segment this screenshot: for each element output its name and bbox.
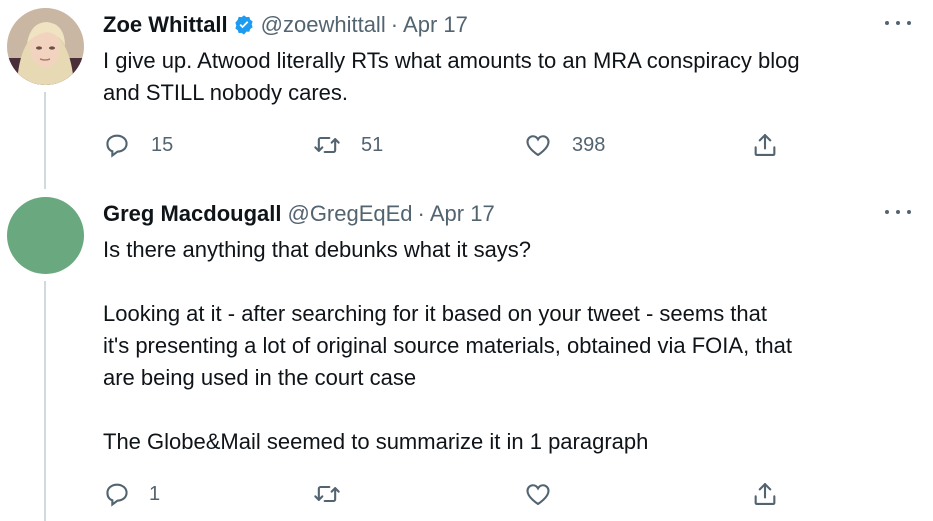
verified-badge-icon	[233, 14, 255, 36]
reply-icon	[106, 134, 128, 158]
like-button[interactable]	[524, 476, 572, 512]
tweet-text: I give up. Atwood literally RTs what amo…	[103, 45, 918, 109]
text-line: I give up. Atwood literally RTs what amo…	[103, 48, 800, 73]
more-icon[interactable]	[885, 201, 911, 223]
handle[interactable]: @GregEqEd	[287, 201, 412, 227]
like-icon	[526, 135, 550, 157]
avatar[interactable]	[7, 197, 84, 274]
text-line: The Globe&Mail seemed to summarize it in…	[103, 429, 649, 454]
avatar[interactable]	[7, 8, 84, 85]
thread-line	[44, 281, 46, 521]
text-line: it's presenting a lot of original source…	[103, 333, 792, 358]
reply-button[interactable]: 15	[103, 127, 173, 163]
timestamp[interactable]: Apr 17	[430, 201, 495, 227]
share-button[interactable]	[751, 127, 779, 163]
action-bar: 1	[103, 476, 933, 512]
separator: ·	[417, 201, 425, 226]
display-name[interactable]: Zoe Whittall	[103, 12, 228, 38]
tweet-text: Is there anything that debunks what it s…	[103, 234, 918, 458]
reply-count: 15	[151, 133, 174, 156]
like-button[interactable]: 398	[524, 127, 605, 163]
thread-line	[44, 92, 46, 189]
reply-count: 1	[149, 482, 161, 505]
tweet: Zoe Whittall @zoewhittall · Apr 17 I giv…	[0, 0, 933, 189]
text-line: are being used in the court case	[103, 365, 417, 390]
separator: ·	[390, 12, 399, 37]
tweet: Greg Macdougall @GregEqEd · Apr 17 Is th…	[0, 189, 933, 521]
share-icon	[754, 134, 776, 156]
retweet-count: 51	[361, 133, 384, 156]
handle[interactable]: @zoewhittall	[261, 12, 386, 38]
more-icon[interactable]	[885, 12, 911, 34]
text-line: and STILL nobody cares.	[103, 80, 349, 105]
retweet-icon	[314, 485, 340, 503]
reply-button[interactable]: 1	[103, 476, 160, 512]
retweet-button[interactable]	[313, 476, 361, 512]
timestamp[interactable]: Apr 17	[403, 12, 468, 38]
text-line: Is there anything that debunks what it s…	[103, 237, 532, 262]
share-icon	[754, 483, 776, 505]
retweet-icon	[314, 136, 340, 154]
like-icon	[526, 484, 550, 506]
reply-icon	[106, 483, 128, 507]
display-name[interactable]: Greg Macdougall	[103, 201, 281, 227]
tweet-header: Zoe Whittall @zoewhittall · Apr 17	[103, 10, 893, 40]
retweet-button[interactable]: 51	[313, 127, 383, 163]
like-count: 398	[572, 133, 606, 156]
action-bar: 15 51 398	[103, 127, 933, 163]
tweet-header: Greg Macdougall @GregEqEd · Apr 17	[103, 199, 893, 229]
text-line: Looking at it - after searching for it b…	[103, 301, 768, 326]
share-button[interactable]	[751, 476, 779, 512]
